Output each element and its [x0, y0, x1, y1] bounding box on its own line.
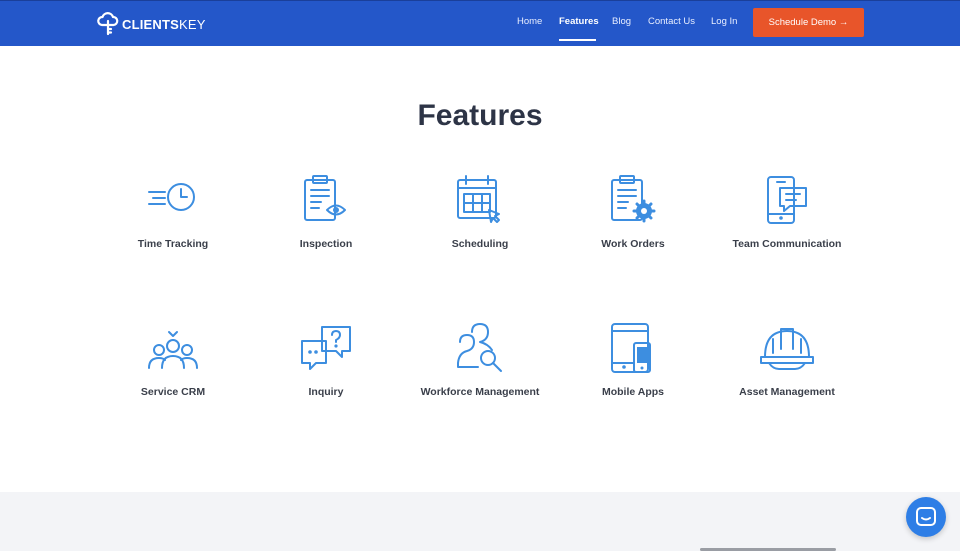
feature-mobile-apps[interactable]: Mobile Apps — [558, 318, 708, 398]
clock-icon — [148, 183, 195, 211]
nav-contact-us[interactable]: Contact Us — [648, 16, 695, 27]
feature-workforce-management[interactable]: Workforce Management — [405, 318, 555, 398]
feature-label: Work Orders — [601, 238, 665, 250]
cloud-key-icon — [97, 12, 119, 36]
schedule-demo-button[interactable]: Schedule Demo → — [753, 8, 864, 37]
calendar-cursor-icon — [457, 175, 500, 223]
chat-launcher-button[interactable] — [906, 497, 946, 537]
feature-label: Time Tracking — [137, 238, 209, 250]
feature-work-orders[interactable]: Work Orders — [558, 170, 708, 250]
feature-scheduling[interactable]: Scheduling — [405, 170, 555, 250]
feature-inquiry[interactable]: Inquiry — [251, 318, 401, 398]
nav-home[interactable]: Home — [517, 16, 542, 27]
chat-icon — [916, 507, 936, 526]
hard-hat-icon — [760, 328, 814, 370]
tablet-phone-icon — [611, 323, 651, 373]
feature-label: Inspection — [299, 238, 353, 250]
footer-section — [0, 492, 960, 551]
feature-label: Asset Management — [739, 386, 835, 398]
people-group-icon — [148, 331, 198, 369]
feature-inspection[interactable]: Inspection — [251, 170, 401, 250]
nav-log-in[interactable]: Log In — [711, 16, 737, 27]
feature-time-tracking[interactable]: Time Tracking — [98, 170, 248, 250]
feature-label: Workforce Management — [420, 386, 540, 398]
clipboard-eye-icon — [304, 175, 346, 221]
nav-blog[interactable]: Blog — [612, 16, 631, 27]
nav-active-indicator — [559, 39, 596, 41]
people-search-icon — [457, 323, 502, 372]
feature-label: Mobile Apps — [601, 386, 665, 398]
feature-team-communication[interactable]: Team Communication — [712, 170, 862, 250]
feature-label: Inquiry — [308, 386, 344, 398]
nav-features[interactable]: Features — [559, 16, 599, 27]
feature-service-crm[interactable]: Service CRM — [98, 318, 248, 398]
top-navbar: CLIENTSKEY Home Features Blog Contact Us… — [0, 0, 960, 46]
clientskey-logo[interactable]: CLIENTSKEY — [97, 11, 206, 37]
question-chat-icon — [301, 326, 351, 370]
feature-asset-management[interactable]: Asset Management — [712, 318, 862, 398]
feature-label: Scheduling — [451, 238, 509, 250]
page-title: Features — [417, 99, 543, 132]
feature-label: Team Communication — [732, 238, 842, 250]
phone-chat-icon — [767, 176, 807, 224]
feature-label: Service CRM — [140, 386, 206, 398]
clipboard-gear-icon — [611, 175, 656, 223]
logo-text: CLIENTSKEY — [122, 16, 206, 32]
